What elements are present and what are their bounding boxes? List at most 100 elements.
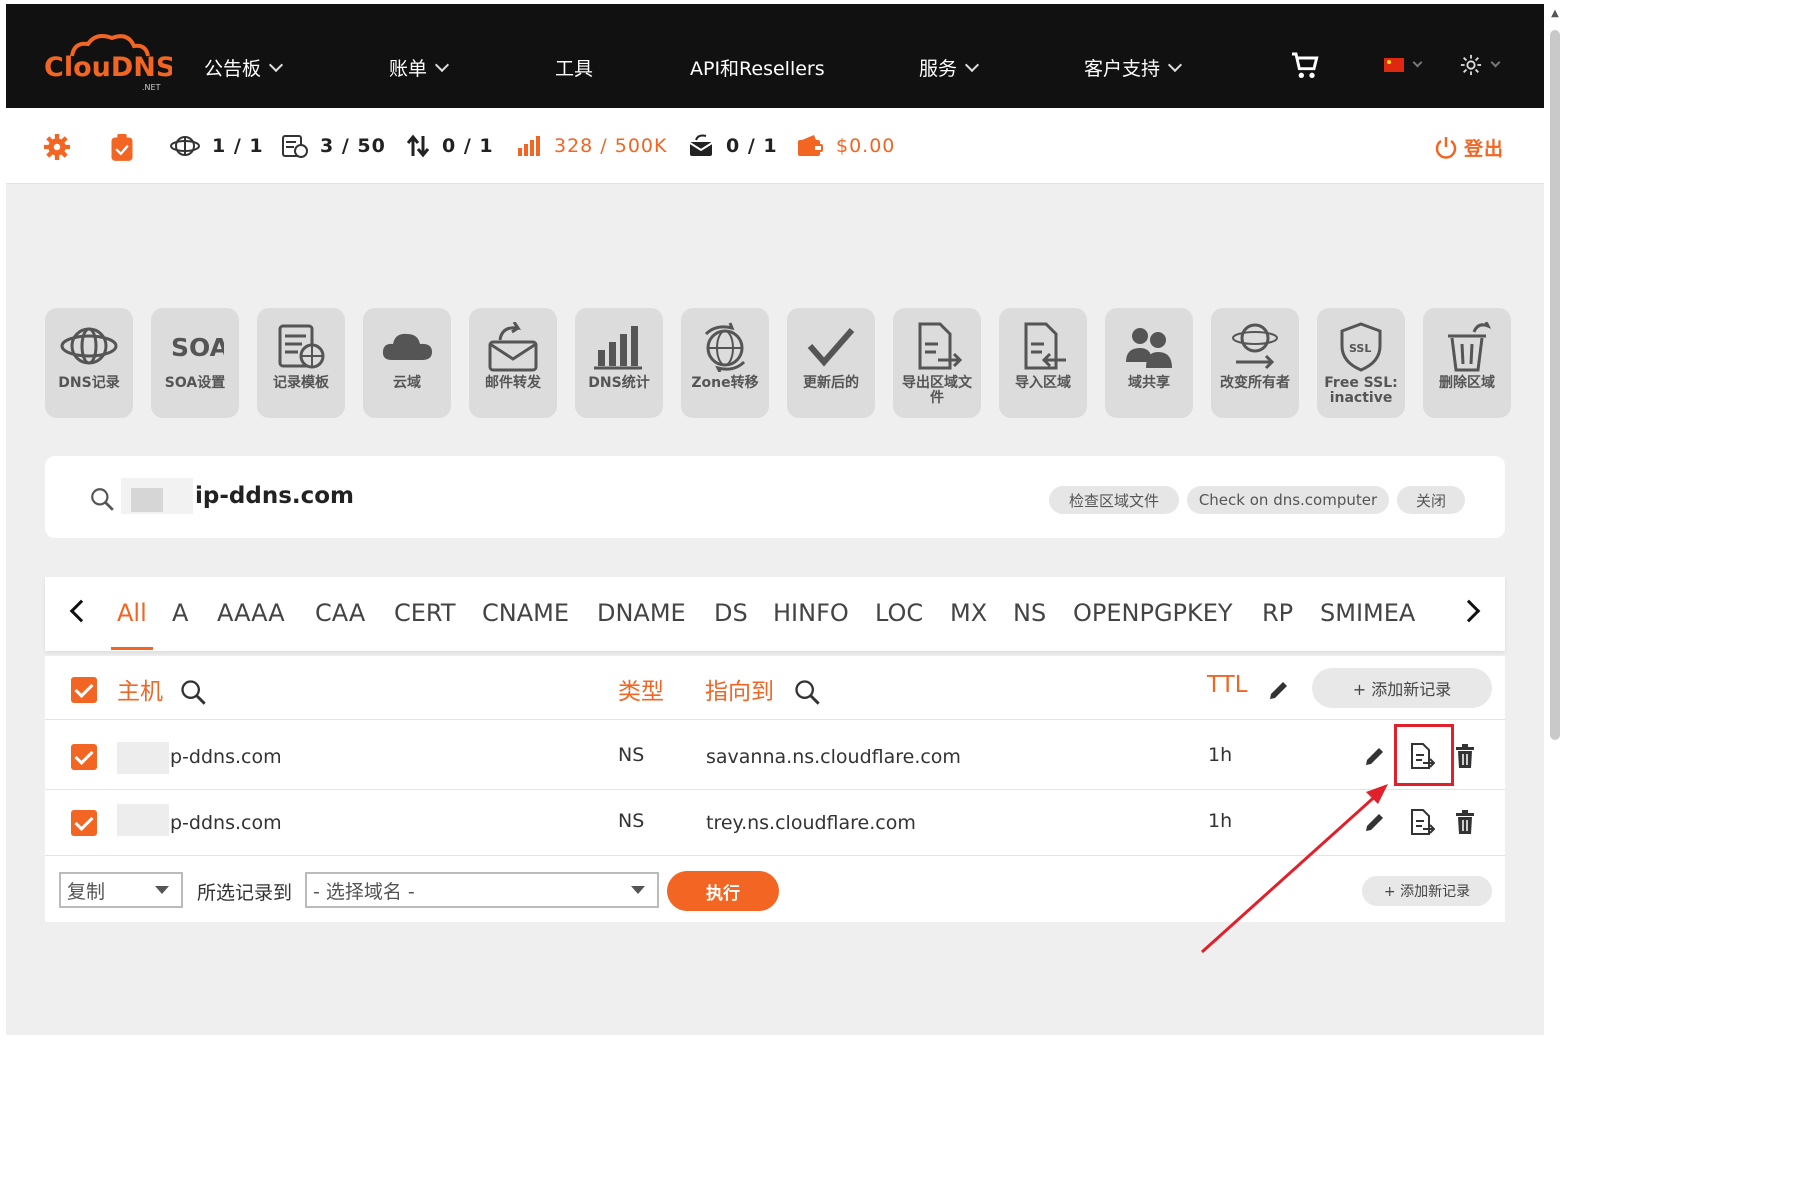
logout-button[interactable]: 登出 <box>1434 134 1504 161</box>
tab-cert[interactable]: CERT <box>394 599 456 627</box>
trash-icon[interactable] <box>1453 742 1477 770</box>
scroll-up-icon[interactable]: ▲ <box>1550 8 1560 22</box>
nav-services[interactable]: 服务 <box>919 54 980 81</box>
tool-domain-share[interactable]: 域共享 <box>1105 308 1193 418</box>
stat-mail[interactable]: 0 / 1 <box>688 134 778 158</box>
soa-icon: SOA <box>171 333 224 362</box>
gear-icon[interactable] <box>44 134 70 160</box>
nav-bulletin[interactable]: 公告板 <box>204 54 284 81</box>
cell-host[interactable]: p-ddns.com <box>170 746 282 768</box>
nav-billing[interactable]: 账单 <box>389 54 450 81</box>
chevron-left-icon[interactable] <box>69 599 93 623</box>
add-record-button[interactable]: + 添加新记录 <box>1312 668 1492 708</box>
stat-zones[interactable]: 1 / 1 <box>170 134 264 158</box>
table-header: 主机 类型 指向到 TTL + 添加新记录 <box>45 656 1505 720</box>
tab-ns[interactable]: NS <box>1013 599 1046 627</box>
cell-type: NS <box>618 744 645 766</box>
scrollbar[interactable] <box>1550 30 1560 740</box>
bulk-action-value: 复制 <box>67 880 106 903</box>
tool-cloud-domain[interactable]: 云域 <box>363 308 451 418</box>
tool-label: 改变所有者 <box>1220 375 1290 391</box>
nav-bulletin-label: 公告板 <box>204 58 262 80</box>
nav-services-label: 服务 <box>919 58 958 80</box>
tab-openpgpkey[interactable]: OPENPGPKEY <box>1073 599 1233 627</box>
header-host[interactable]: 主机 <box>117 672 163 706</box>
language-selector[interactable] <box>1384 57 1423 72</box>
tab-loc[interactable]: LOC <box>875 599 923 627</box>
tool-zone-transfer[interactable]: Zone转移 <box>681 308 769 418</box>
chevron-down-icon <box>1412 57 1423 67</box>
tab-hinfo[interactable]: HINFO <box>773 599 849 627</box>
tool-import-zone[interactable]: 导入区域 <box>999 308 1087 418</box>
row-checkbox[interactable] <box>71 810 97 836</box>
records-globe-icon <box>282 135 308 158</box>
mail-forward-icon <box>488 322 538 372</box>
tab-dname[interactable]: DNAME <box>597 599 686 627</box>
chevron-down-icon <box>964 57 980 72</box>
tool-mail-forward[interactable]: 邮件转发 <box>469 308 557 418</box>
tool-label: 云域 <box>393 375 421 391</box>
tab-all[interactable]: All <box>117 599 147 627</box>
pencil-icon[interactable] <box>1267 678 1291 702</box>
stat-transfers[interactable]: 0 / 1 <box>406 134 494 158</box>
tool-updated[interactable]: 更新后的 <box>787 308 875 418</box>
tool-templates[interactable]: 记录模板 <box>257 308 345 418</box>
bulk-action-select[interactable]: 复制 <box>59 872 183 908</box>
header-points-to[interactable]: 指向到 <box>705 672 774 706</box>
stat-queries[interactable]: 328 / 500K <box>516 134 667 158</box>
tool-label: DNS统计 <box>588 375 650 391</box>
tab-aaaa[interactable]: AAAA <box>217 599 285 627</box>
tool-label: SOA设置 <box>164 375 226 391</box>
run-button[interactable]: 执行 <box>667 871 779 911</box>
tool-dns-stats[interactable]: DNS统计 <box>575 308 663 418</box>
close-button[interactable]: 关闭 <box>1397 486 1465 514</box>
cell-points-to[interactable]: trey.ns.cloudflare.com <box>706 812 916 834</box>
check-dns-computer-button[interactable]: Check on dns.computer <box>1187 486 1389 514</box>
cell-points-to[interactable]: savanna.ns.cloudflare.com <box>706 746 961 768</box>
search-icon[interactable] <box>179 678 207 706</box>
row-checkbox[interactable] <box>71 744 97 770</box>
export-file-icon[interactable] <box>1407 808 1435 836</box>
theme-selector[interactable] <box>1460 54 1501 76</box>
tab-cname[interactable]: CNAME <box>482 599 569 627</box>
cloud-icon <box>382 333 432 360</box>
cloudns-logo[interactable]: ClouDNS .NET <box>42 30 172 92</box>
trash-icon[interactable] <box>1453 808 1477 836</box>
tab-a[interactable]: A <box>172 599 188 627</box>
header-type[interactable]: 类型 <box>618 672 664 706</box>
tab-mx[interactable]: MX <box>950 599 987 627</box>
nav-api[interactable]: API和Resellers <box>690 54 825 81</box>
redacted-block <box>117 804 169 836</box>
tab-smimea[interactable]: SMIMEA <box>1320 599 1415 627</box>
tool-change-owner[interactable]: 改变所有者 <box>1211 308 1299 418</box>
tab-caa[interactable]: CAA <box>315 599 365 627</box>
nav-support[interactable]: 客户支持 <box>1084 54 1183 81</box>
highlight-box <box>1394 724 1454 786</box>
clipboard-check-icon[interactable] <box>110 134 134 162</box>
tool-free-ssl[interactable]: SSL Free SSL: inactive <box>1317 308 1405 418</box>
cell-host[interactable]: p-ddns.com <box>170 812 282 834</box>
stat-balance[interactable]: $0.00 <box>796 134 895 158</box>
wallet-icon <box>798 135 823 156</box>
tool-soa[interactable]: SOA SOA设置 <box>151 308 239 418</box>
search-icon[interactable] <box>793 678 821 706</box>
pencil-icon[interactable] <box>1363 744 1387 768</box>
tab-rp[interactable]: RP <box>1262 599 1293 627</box>
chevron-right-icon[interactable] <box>1457 599 1481 623</box>
tab-ds[interactable]: DS <box>714 599 748 627</box>
tool-delete-zone[interactable]: 删除区域 <box>1423 308 1511 418</box>
header-ttl[interactable]: TTL <box>1207 672 1248 698</box>
globe-icon <box>170 136 200 156</box>
stat-records[interactable]: 3 / 50 <box>282 134 386 158</box>
domain-name: ip-ddns.com <box>195 483 355 509</box>
select-all-checkbox[interactable] <box>71 677 97 703</box>
cart-icon[interactable] <box>1288 50 1320 82</box>
check-zone-file-button[interactable]: 检查区域文件 <box>1049 486 1179 514</box>
nav-tools[interactable]: 工具 <box>555 54 593 81</box>
tool-dns-records[interactable]: DNS记录 <box>45 308 133 418</box>
tool-export-zone[interactable]: 导出区域文件 <box>893 308 981 418</box>
zone-transfer-icon <box>704 322 746 372</box>
bar-chart-icon <box>518 136 540 156</box>
target-domain-select[interactable]: - 选择域名 - <box>305 872 659 908</box>
search-icon[interactable] <box>89 486 115 512</box>
